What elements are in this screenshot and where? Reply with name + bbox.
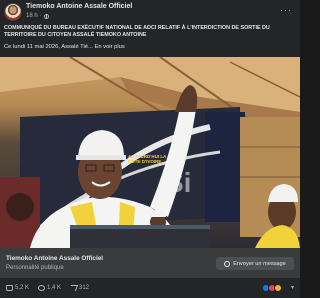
like-icon <box>6 285 13 291</box>
post-header: Tiemoko Antoine Assale Officiel 18 h · ·… <box>0 0 300 24</box>
reaction-icons[interactable] <box>262 284 282 292</box>
like-count: 5,2 K <box>15 285 30 291</box>
comment-count: 1,4 K <box>47 285 62 291</box>
facebook-post-card: Tiemoko Antoine Assale Officiel 18 h · ·… <box>0 0 300 298</box>
globe-icon <box>43 13 49 19</box>
send-message-button[interactable]: Envoyer un message <box>216 257 294 270</box>
like-stat[interactable]: 5,2 K <box>6 285 29 291</box>
post-time[interactable]: 18 h <box>26 13 38 19</box>
comment-icon <box>38 285 45 291</box>
page-info-bar: Tiemoko Antoine Assale Officiel Personna… <box>0 248 300 278</box>
post-meta: 18 h · <box>26 13 49 19</box>
share-stat[interactable]: 312 <box>68 285 90 291</box>
send-message-label: Envoyer un message <box>233 260 286 267</box>
messenger-icon <box>224 260 231 267</box>
page-name[interactable]: Tiemoko Antoine Assale Officiel <box>6 255 103 262</box>
comment-stat[interactable]: 1,4 K <box>38 285 61 291</box>
see-more-link[interactable]: En voir plus <box>94 44 124 50</box>
post-stats: 5,2 K 1,4 K 312 ▾ <box>0 279 300 298</box>
haha-reaction-icon <box>274 284 282 292</box>
banner-text: AUJOURD'HUI LA CÔTE D'IVOIRE <box>128 154 167 164</box>
page-category: Personnalité publique <box>6 265 64 271</box>
author-avatar[interactable] <box>4 3 22 21</box>
post-title: COMMUNIQUÉ DU BUREAU EXÉCUTIF NATIONAL D… <box>4 25 270 38</box>
reaction-chevron-icon[interactable]: ▾ <box>291 284 294 291</box>
excerpt-text: Ce lundi 11 mai 2026, Assalé Tié... <box>4 44 93 50</box>
photo-illustration: Si <box>0 57 300 248</box>
post-excerpt: Ce lundi 11 mai 2026, Assalé Tié... En v… <box>4 44 296 51</box>
separator-dot: · <box>39 13 42 19</box>
more-options-button[interactable]: ··· <box>280 6 292 15</box>
author-name[interactable]: Tiemoko Antoine Assale Officiel <box>26 3 132 10</box>
share-icon <box>68 285 79 291</box>
post-photo[interactable]: Si <box>0 57 300 248</box>
share-count: 312 <box>79 285 90 291</box>
